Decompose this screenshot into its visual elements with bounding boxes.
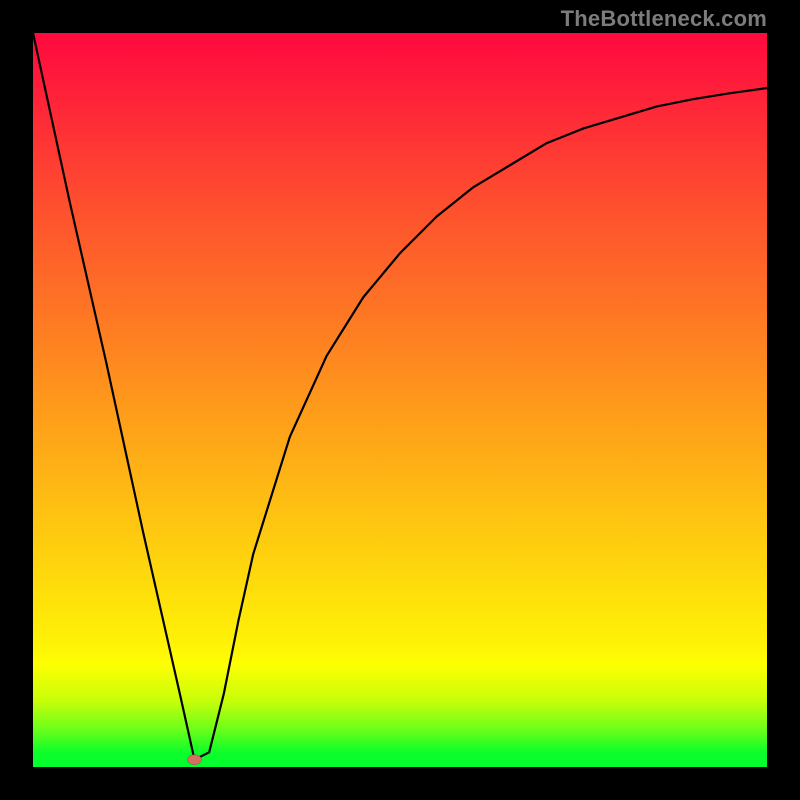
bottleneck-marker [187,755,201,765]
chart-svg [33,33,767,767]
watermark-text: TheBottleneck.com [561,6,767,32]
chart-stage: TheBottleneck.com [0,0,800,800]
bottleneck-curve [33,33,767,760]
chart-plot-area [33,33,767,767]
